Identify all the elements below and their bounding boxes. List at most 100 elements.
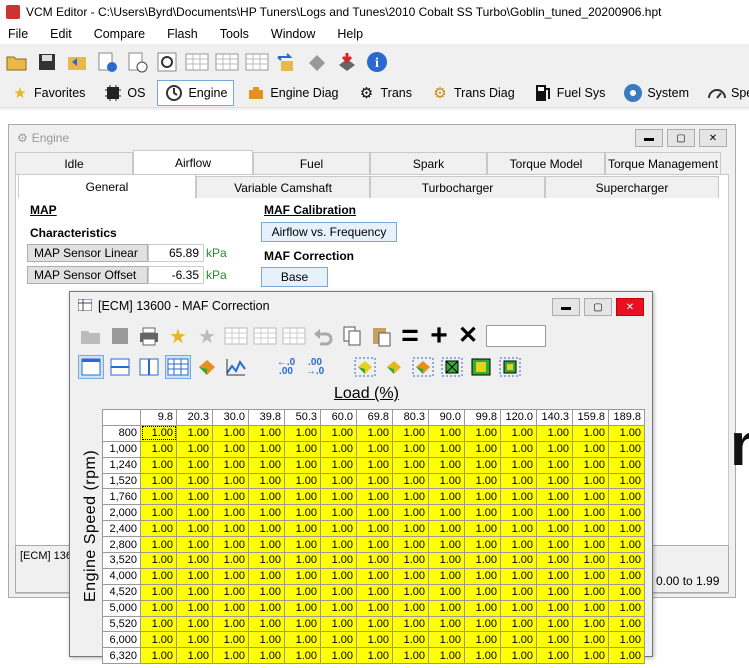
table-cell[interactable]: 1.00 <box>176 615 213 633</box>
table-cell[interactable]: 1.00 <box>356 440 393 458</box>
menu-flash[interactable]: Flash <box>167 27 198 41</box>
table-diff-icon[interactable] <box>244 50 270 74</box>
row-header[interactable]: 1,240 <box>102 456 141 474</box>
table-cell[interactable]: 1.00 <box>572 456 609 474</box>
table-cell[interactable]: 1.00 <box>536 631 573 649</box>
table-cell[interactable]: 1.00 <box>248 583 285 601</box>
table-cell[interactable]: 1.00 <box>392 488 429 506</box>
table-cell[interactable]: 1.00 <box>608 504 645 522</box>
table-cell[interactable]: 1.00 <box>500 472 537 490</box>
table-cell[interactable]: 1.00 <box>356 615 393 633</box>
remove-favorite-icon[interactable]: ★ <box>194 324 220 348</box>
menu-tools[interactable]: Tools <box>220 27 249 41</box>
open-folder-icon[interactable] <box>4 50 30 74</box>
table-cell[interactable]: 1.00 <box>536 599 573 617</box>
column-header[interactable]: 39.8 <box>248 409 285 426</box>
table-cell[interactable]: 1.00 <box>356 552 393 569</box>
maf-maximize-button[interactable]: ▢ <box>584 298 612 316</box>
table-cell[interactable]: 1.00 <box>500 424 537 442</box>
table-cell[interactable]: 1.00 <box>248 567 285 585</box>
map-sensor-offset-label[interactable]: MAP Sensor Offset <box>27 266 148 284</box>
print-icon[interactable] <box>136 324 162 348</box>
table-cell[interactable]: 1.00 <box>428 615 465 633</box>
table-cell[interactable]: 1.00 <box>500 440 537 458</box>
table-cell[interactable]: 1.00 <box>212 599 249 617</box>
table-cell[interactable]: 1.00 <box>248 631 285 649</box>
table-cell[interactable]: 1.00 <box>392 583 429 601</box>
table-cell[interactable]: 1.00 <box>536 504 573 522</box>
table-cell[interactable]: 1.00 <box>608 615 645 633</box>
column-header[interactable]: 159.8 <box>572 409 609 426</box>
table-cell[interactable]: 1.00 <box>248 472 285 490</box>
table-cell[interactable]: 1.00 <box>572 536 609 554</box>
tab-idle[interactable]: Idle <box>15 152 133 174</box>
table-cell[interactable]: 1.00 <box>464 424 501 442</box>
table-cell[interactable]: 1.00 <box>572 615 609 633</box>
table-cell[interactable]: 1.00 <box>428 631 465 649</box>
table-cell[interactable]: 1.00 <box>500 456 537 474</box>
table-cell[interactable]: 1.00 <box>176 456 213 474</box>
table-cell[interactable]: 1.00 <box>356 472 393 490</box>
tab-torque-model[interactable]: Torque Model <box>487 152 605 174</box>
row-header[interactable]: 4,000 <box>102 567 141 585</box>
table-cell[interactable]: 1.00 <box>356 536 393 554</box>
column-header[interactable]: 120.0 <box>500 409 537 426</box>
column-header[interactable]: 69.8 <box>356 409 393 426</box>
table-diff-icon[interactable] <box>281 324 307 348</box>
table-cell[interactable]: 1.00 <box>536 536 573 554</box>
table-cell[interactable]: 1.00 <box>464 631 501 649</box>
table-cell[interactable]: 1.00 <box>392 472 429 490</box>
set-equal-icon[interactable]: = <box>397 321 423 351</box>
table-cell[interactable]: 1.00 <box>500 488 537 506</box>
table-cell[interactable]: 1.00 <box>284 583 321 601</box>
column-header[interactable]: 20.3 <box>176 409 213 426</box>
table-cell[interactable]: 1.00 <box>572 631 609 649</box>
table-cell[interactable]: 1.00 <box>428 424 465 442</box>
info-icon[interactable]: i <box>364 50 390 74</box>
table-cell[interactable]: 1.00 <box>284 599 321 617</box>
table-cell[interactable]: 1.00 <box>140 552 177 569</box>
table-cell[interactable]: 1.00 <box>608 440 645 458</box>
table-cell[interactable]: 1.00 <box>176 647 213 665</box>
column-header[interactable]: 99.8 <box>464 409 501 426</box>
table-cell[interactable]: 1.00 <box>500 583 537 601</box>
select-box-outline-icon[interactable] <box>497 355 523 379</box>
operation-value-input[interactable] <box>486 325 546 347</box>
table-cell[interactable]: 1.00 <box>248 488 285 506</box>
table-cell[interactable]: 1.00 <box>464 440 501 458</box>
table-cell[interactable]: 1.00 <box>464 567 501 585</box>
table-cell[interactable]: 1.00 <box>320 504 357 522</box>
table-cell[interactable]: 1.00 <box>536 552 573 569</box>
decrease-decimals-icon[interactable]: ←.0.00 <box>273 355 299 379</box>
table-cell[interactable]: 1.00 <box>320 488 357 506</box>
add-favorite-icon[interactable]: ★ <box>165 324 191 348</box>
table-cell[interactable]: 1.00 <box>320 424 357 442</box>
table-cell[interactable]: 1.00 <box>320 536 357 554</box>
table-cell[interactable]: 1.00 <box>572 424 609 442</box>
table-cell[interactable]: 1.00 <box>176 472 213 490</box>
table-cell[interactable]: 1.00 <box>176 488 213 506</box>
table-cell[interactable]: 1.00 <box>608 456 645 474</box>
column-header[interactable]: 90.0 <box>428 409 465 426</box>
table-cell[interactable]: 1.00 <box>392 631 429 649</box>
table-cell[interactable]: 1.00 <box>176 583 213 601</box>
module-engine-diag[interactable]: Engine Diag <box>240 80 344 106</box>
table-cell[interactable]: 1.00 <box>212 631 249 649</box>
column-header[interactable]: 60.0 <box>320 409 357 426</box>
table-cell[interactable]: 1.00 <box>608 631 645 649</box>
table-cell[interactable]: 1.00 <box>320 647 357 665</box>
row-header[interactable]: 2,400 <box>102 520 141 538</box>
tab-fuel[interactable]: Fuel <box>253 152 370 174</box>
paste-icon[interactable] <box>368 324 394 348</box>
table-cell[interactable]: 1.00 <box>248 536 285 554</box>
row-header[interactable]: 6,320 <box>102 647 141 665</box>
maximize-button[interactable]: ▢ <box>667 129 695 147</box>
table-cell[interactable]: 1.00 <box>392 504 429 522</box>
layout-vertical-icon[interactable] <box>136 355 162 379</box>
table-cell[interactable]: 1.00 <box>140 599 177 617</box>
table-cell[interactable]: 1.00 <box>356 504 393 522</box>
table-cell[interactable]: 1.00 <box>140 424 177 442</box>
table-cell[interactable]: 1.00 <box>320 631 357 649</box>
table-cell[interactable]: 1.00 <box>356 599 393 617</box>
table-cell[interactable]: 1.00 <box>572 599 609 617</box>
